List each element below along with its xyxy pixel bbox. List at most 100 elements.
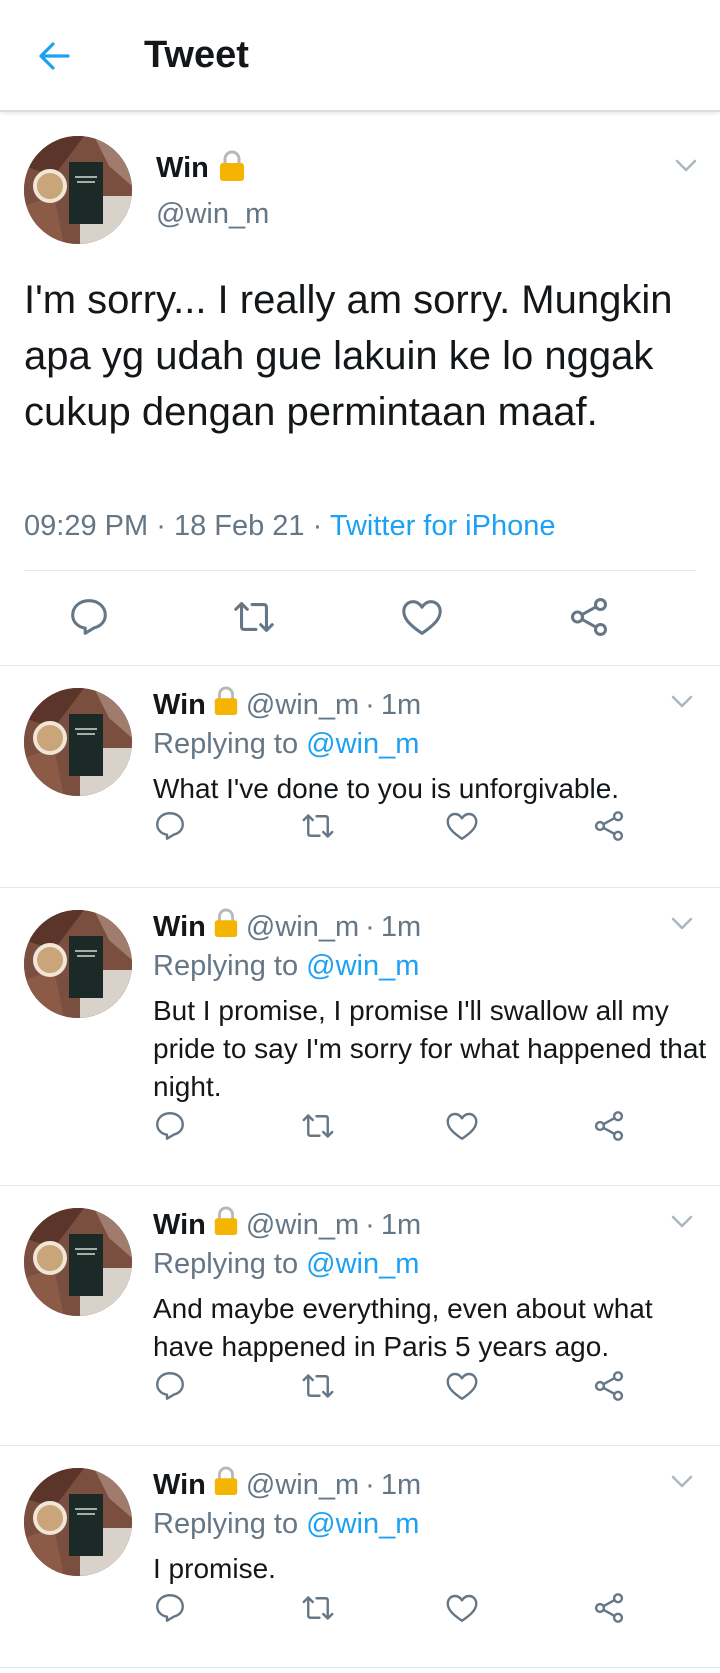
tweet-time: 1m: [380, 1208, 422, 1241]
like-button[interactable]: [444, 1108, 480, 1144]
like-button[interactable]: [444, 808, 480, 844]
tweet-actions: [0, 572, 720, 666]
reply-button[interactable]: [152, 808, 188, 844]
tweet-menu-button[interactable]: [674, 158, 698, 179]
tweet-source-link[interactable]: Twitter for iPhone: [330, 510, 556, 542]
retweet-button[interactable]: [300, 1368, 336, 1404]
reply-button[interactable]: [152, 1368, 188, 1404]
tweet-time: 1m: [380, 910, 422, 943]
share-icon: [594, 1593, 624, 1623]
replying-to-mention[interactable]: @win_m: [306, 1248, 419, 1280]
reply-button[interactable]: [152, 1108, 188, 1144]
author-handle[interactable]: @win_m: [246, 911, 359, 944]
tweet-time: 1m: [380, 1468, 422, 1501]
author-name-row[interactable]: Win: [156, 150, 247, 187]
author-handle[interactable]: @win_m: [246, 1469, 359, 1502]
reply-tweet[interactable]: Win @win_m · 1m Replying to @win_m I pro…: [0, 1446, 720, 1668]
avatar[interactable]: [24, 136, 132, 244]
chevron-down-icon: [671, 1215, 693, 1228]
replying-to-mention[interactable]: @win_m: [306, 728, 419, 760]
meta-separator: ·: [365, 688, 375, 721]
retweet-button[interactable]: [300, 1108, 336, 1144]
tweet-menu-button[interactable]: [670, 916, 694, 937]
like-icon: [446, 1112, 478, 1140]
author-name[interactable]: Win: [153, 911, 206, 944]
share-button[interactable]: [591, 1368, 627, 1404]
tweet-actions: [0, 808, 720, 858]
share-button[interactable]: [591, 808, 627, 844]
meta-separator: ·: [365, 1208, 375, 1241]
share-button[interactable]: [591, 1108, 627, 1144]
author-name[interactable]: Win: [153, 1469, 206, 1502]
replying-to: Replying to @win_m: [153, 728, 419, 761]
retweet-button[interactable]: [300, 1590, 336, 1626]
reply-header: Win @win_m · 1m: [153, 1466, 421, 1504]
author-handle[interactable]: @win_m: [156, 198, 269, 231]
replying-to: Replying to @win_m: [153, 1508, 419, 1541]
retweet-icon: [302, 1114, 334, 1138]
reply-icon: [156, 1372, 184, 1400]
tweet-meta: 09:29 PM · 18 Feb 21 · Twitter for iPhon…: [24, 510, 555, 543]
retweet-button[interactable]: [300, 808, 336, 844]
tweet-actions: [0, 1108, 720, 1158]
author-handle[interactable]: @win_m: [246, 689, 359, 722]
author-name[interactable]: Win: [153, 689, 206, 722]
main-tweet: Win @win_m I'm sorry... I really am sorr…: [0, 114, 720, 666]
chevron-down-icon: [671, 1475, 693, 1488]
like-icon: [402, 600, 442, 635]
back-button[interactable]: [30, 32, 78, 80]
tweet-menu-button[interactable]: [670, 1214, 694, 1235]
author-name[interactable]: Win: [153, 1209, 206, 1242]
like-button[interactable]: [444, 1590, 480, 1626]
reply-button[interactable]: [66, 594, 112, 640]
reply-header: Win @win_m · 1m: [153, 1206, 421, 1244]
reply-icon: [156, 1594, 184, 1622]
tweet-text: I'm sorry... I really am sorry. Mungkin …: [24, 278, 673, 434]
lock-icon: [212, 908, 240, 946]
replying-to-mention[interactable]: @win_m: [306, 950, 419, 982]
lock-icon: [212, 1466, 240, 1504]
replying-to-mention[interactable]: @win_m: [306, 1508, 419, 1540]
like-button[interactable]: [399, 594, 445, 640]
retweet-icon: [234, 602, 274, 632]
reply-tweet[interactable]: Win @win_m · 1m Replying to @win_m And m…: [0, 1186, 720, 1446]
avatar[interactable]: [24, 1208, 132, 1316]
like-icon: [446, 1372, 478, 1400]
replying-to-label: Replying to: [153, 728, 299, 760]
author-handle[interactable]: @win_m: [246, 1209, 359, 1242]
retweet-icon: [302, 1596, 334, 1620]
avatar[interactable]: [24, 688, 132, 796]
tweet-date: 18 Feb 21: [173, 510, 305, 542]
tweet-text: What I've done to you is unforgivable.: [153, 773, 620, 804]
reply-button[interactable]: [152, 1590, 188, 1626]
replying-to: Replying to @win_m: [153, 950, 419, 983]
avatar[interactable]: [24, 1468, 132, 1576]
like-icon: [446, 812, 478, 840]
like-button[interactable]: [444, 1368, 480, 1404]
share-button[interactable]: [566, 594, 612, 640]
reply-tweet[interactable]: Win @win_m · 1m Replying to @win_m What …: [0, 666, 720, 888]
replying-to: Replying to @win_m: [153, 1248, 419, 1281]
tweet-menu-button[interactable]: [670, 1474, 694, 1495]
tweet-actions: [0, 1590, 720, 1640]
share-icon: [594, 1111, 624, 1141]
replying-to-label: Replying to: [153, 1508, 299, 1540]
share-button[interactable]: [591, 1590, 627, 1626]
reply-header: Win @win_m · 1m: [153, 908, 421, 946]
chevron-down-icon: [675, 159, 697, 172]
lock-icon: [217, 150, 247, 187]
reply-icon: [156, 812, 184, 840]
tweet-menu-button[interactable]: [670, 694, 694, 715]
chevron-down-icon: [671, 695, 693, 708]
page-title: Tweet: [144, 34, 249, 76]
replying-to-label: Replying to: [153, 1248, 299, 1280]
lock-icon: [212, 686, 240, 724]
lock-icon: [212, 1206, 240, 1244]
divider: [24, 570, 696, 571]
retweet-button[interactable]: [231, 594, 277, 640]
reply-tweet[interactable]: Win @win_m · 1m Replying to @win_m But I…: [0, 888, 720, 1186]
avatar[interactable]: [24, 910, 132, 1018]
arrow-left-icon: [39, 42, 70, 70]
tweet-actions: [0, 1368, 720, 1418]
top-bar: Tweet: [0, 0, 720, 112]
